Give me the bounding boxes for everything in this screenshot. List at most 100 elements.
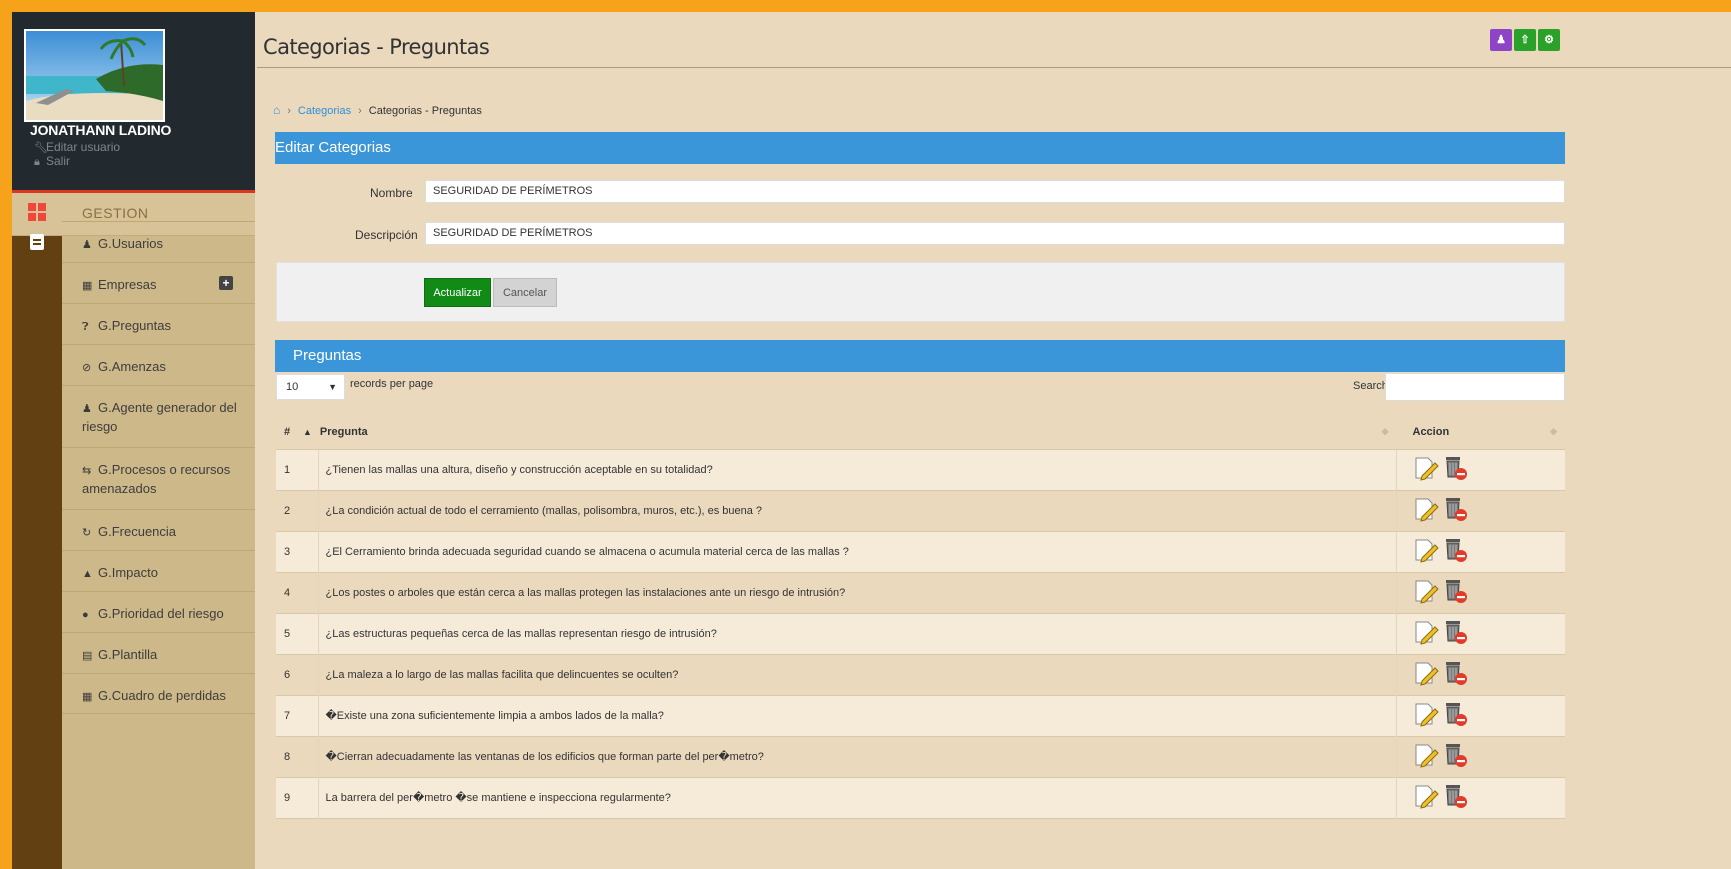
sidebar-icon-bar <box>12 193 62 869</box>
row-number: 2 <box>276 490 319 531</box>
sidebar-header-label: GESTION <box>82 205 149 221</box>
table-row: 4 ¿Los postes o arboles que están cerca … <box>276 572 1565 613</box>
trash-delete-icon[interactable] <box>1442 578 1468 607</box>
title-divider <box>257 67 1731 68</box>
row-number: 5 <box>276 613 319 654</box>
edit-user-link[interactable]: 🔧︎Editar usuario <box>34 140 120 154</box>
row-number: 9 <box>276 777 319 818</box>
plus-square-icon[interactable]: + <box>219 276 233 290</box>
page-title: Categorias - Preguntas <box>263 35 490 59</box>
breadcrumb-link-categorias[interactable]: Categorias <box>298 105 351 117</box>
edit-panel-header: Editar Categorias <box>275 132 1565 164</box>
row-question: ¿Las estructuras pequeñas cerca de las m… <box>325 627 717 640</box>
profile-button[interactable]: ♟ <box>1490 29 1512 51</box>
edit-pencil-icon[interactable] <box>1413 660 1439 689</box>
sidebar-item-procesos[interactable]: ⇆ G.Procesos o recursos amenazados <box>62 447 255 509</box>
trash-delete-icon[interactable] <box>1442 496 1468 525</box>
sidebar-item-amenzas[interactable]: ⊘ G.Amenzas <box>62 344 255 385</box>
row-actions <box>1396 736 1565 777</box>
edit-pencil-icon[interactable] <box>1413 619 1439 648</box>
logout-link[interactable]: 🔒︎ Salir <box>34 154 70 169</box>
user-profile: JONATHANN LADINO 🔧︎Editar usuario 🔒︎ Sali… <box>12 12 255 190</box>
table-row: 7 �Existe una zona suficientemente limpi… <box>276 695 1565 736</box>
row-question: ¿El Cerramiento brinda adecuada segurida… <box>325 545 849 558</box>
row-question: ¿Los postes o arboles que están cerca a … <box>325 586 846 599</box>
sidebar-item-preguntas[interactable]: ❓︎ G.Preguntas <box>62 303 255 344</box>
sort-icon: ◆ <box>1550 426 1557 437</box>
beach-photo <box>26 31 163 120</box>
avatar[interactable] <box>24 29 165 122</box>
row-actions <box>1396 490 1565 531</box>
edit-pencil-icon[interactable] <box>1413 537 1439 566</box>
row-question: �Existe una zona suficientemente limpia … <box>325 710 664 722</box>
trash-delete-icon[interactable] <box>1442 742 1468 771</box>
row-number: 6 <box>276 654 319 695</box>
row-actions <box>1396 777 1565 818</box>
trash-delete-icon[interactable] <box>1442 701 1468 730</box>
trash-delete-icon[interactable] <box>1442 660 1468 689</box>
row-actions <box>1396 572 1565 613</box>
sidebar-item-plantilla[interactable]: ▤ G.Plantilla <box>62 632 255 673</box>
table-row: 9 La barrera del per�metro �se mantiene … <box>276 777 1565 818</box>
exclamation-circle-icon: ● <box>82 609 89 621</box>
sidebar-item-empresas[interactable]: ▦ Empresas + <box>62 262 255 303</box>
trash-delete-icon[interactable] <box>1442 455 1468 484</box>
edit-pencil-icon[interactable] <box>1413 496 1439 525</box>
description-field[interactable]: SEGURIDAD DE PERÍMETROS <box>425 222 1565 245</box>
caret-down-icon: ▼ <box>328 382 337 392</box>
table-header-row: # ▲ Pregunta ◆ Accion ◆ <box>276 416 1565 450</box>
table-row: 3 ¿El Cerramiento brinda adecuada seguri… <box>276 531 1565 572</box>
edit-panel-title: Editar Categorias <box>275 139 391 156</box>
row-number: 7 <box>276 695 319 736</box>
table-row: 5 ¿Las estructuras pequeñas cerca de las… <box>276 613 1565 654</box>
column-header-accion[interactable]: Accion ◆ <box>1396 416 1565 450</box>
sidebar-item-frecuencia[interactable]: ↻ G.Frecuencia <box>62 509 255 550</box>
search-input[interactable] <box>1385 373 1565 401</box>
sidebar-item-impacto[interactable]: ▲ G.Impacto <box>62 550 255 591</box>
row-actions <box>1396 695 1565 736</box>
app-frame: JONATHANN LADINO 🔧︎Editar usuario 🔒︎ Sali… <box>12 12 1731 869</box>
settings-button[interactable]: ⚙︎ <box>1538 29 1560 51</box>
row-question: ¿La condición actual de todo el cerramie… <box>325 504 763 517</box>
edit-pencil-icon[interactable] <box>1413 578 1439 607</box>
home-icon[interactable]: ⌂ <box>273 103 280 117</box>
trash-delete-icon[interactable] <box>1442 537 1468 566</box>
sidebar-item-prioridad[interactable]: ● G.Prioridad del riesgo <box>62 591 255 632</box>
page-length-select[interactable]: 10 ▼ <box>276 374 345 400</box>
edit-pencil-icon[interactable] <box>1413 455 1439 484</box>
user-name: JONATHANN LADINO <box>30 122 172 138</box>
table-row: 6 ¿La maleza a lo largo de las mallas fa… <box>276 654 1565 695</box>
sidebar-item-usuarios[interactable]: ♟ G.Usuarios <box>62 221 255 262</box>
table-row: 8 �Cierran adecuadamente las ventanas de… <box>276 736 1565 777</box>
edit-pencil-icon[interactable] <box>1413 701 1439 730</box>
exchange-icon: ⇆ <box>82 465 92 477</box>
upload-button[interactable]: ⇧ <box>1514 29 1536 51</box>
sidebar-item-cuadro[interactable]: ▦ G.Cuadro de perdidas <box>62 673 255 714</box>
row-actions <box>1396 449 1565 490</box>
breadcrumb: ⌂ › Categorias › Categorias - Preguntas <box>273 103 482 117</box>
column-header-pregunta[interactable]: ▲ Pregunta ◆ <box>303 416 1397 450</box>
edit-pencil-icon[interactable] <box>1413 742 1439 771</box>
update-button[interactable]: Actualizar <box>424 278 491 307</box>
row-question: ¿Tienen las mallas una altura, diseño y … <box>325 463 713 476</box>
upload-icon: ⇧ <box>1520 34 1530 46</box>
sidebar-item-agente[interactable]: ♟ G.Agente generador del riesgo <box>62 385 255 447</box>
name-field[interactable]: SEGURIDAD DE PERÍMETROS <box>425 180 1565 203</box>
row-number: 1 <box>276 449 319 490</box>
cogs-icon: ⚙︎ <box>1544 34 1554 46</box>
users-icon: ♟ <box>82 403 92 415</box>
cancel-button[interactable]: Cancelar <box>493 278 557 307</box>
sort-icon: ◆ <box>1381 426 1389 437</box>
table-icon: ▦ <box>82 691 93 703</box>
trash-delete-icon[interactable] <box>1442 619 1468 648</box>
questions-panel-header: Preguntas <box>275 340 1565 372</box>
trash-delete-icon[interactable] <box>1442 783 1468 812</box>
document-icon[interactable] <box>30 234 44 250</box>
questions-panel-title: Preguntas <box>293 347 362 364</box>
row-question: ¿La maleza a lo largo de las mallas faci… <box>325 668 679 681</box>
description-label: Descripción <box>355 228 418 242</box>
main-content: Categorias - Preguntas ♟ ⇧ ⚙︎ ⌂ › Categori… <box>255 12 1731 869</box>
edit-pencil-icon[interactable] <box>1413 783 1439 812</box>
lock-icon: 🔒︎ <box>34 156 40 168</box>
questions-table: # ▲ Pregunta ◆ Accion ◆ 1 ¿Tienen las malla… <box>276 416 1565 819</box>
